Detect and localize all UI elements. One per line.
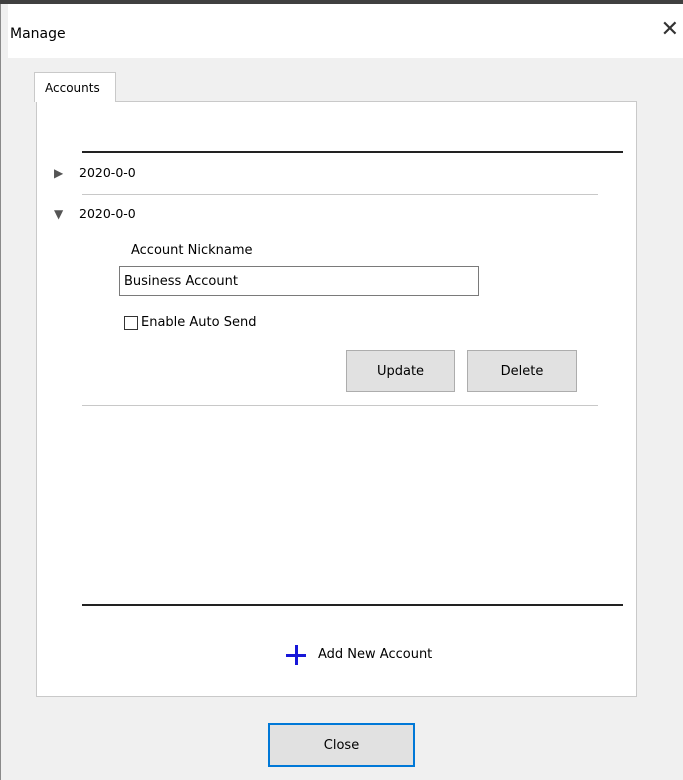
tab-accounts[interactable]: Accounts (34, 72, 116, 102)
account-nickname-label: Account Nickname (131, 243, 253, 258)
title-bar: Manage ✕ (8, 4, 683, 58)
row-divider (82, 405, 598, 406)
account-nickname-input[interactable] (119, 266, 479, 296)
enable-auto-send-label[interactable]: Enable Auto Send (141, 315, 256, 330)
account-row-expanded[interactable]: ▼ 2020-0-0 (54, 206, 594, 227)
update-button[interactable]: Update (346, 350, 455, 392)
close-icon[interactable]: ✕ (661, 16, 679, 44)
window-left-border (0, 4, 8, 780)
expand-arrow-icon[interactable]: ▶ (54, 166, 63, 180)
row-divider (82, 194, 598, 195)
list-top-divider (82, 151, 623, 153)
account-row-collapsed[interactable]: ▶ 2020-0-0 (54, 165, 594, 186)
accounts-panel (36, 101, 637, 697)
account-label: 2020-0-0 (79, 165, 136, 180)
enable-auto-send-checkbox[interactable] (124, 316, 138, 330)
tab-label: Accounts (45, 81, 100, 95)
delete-button[interactable]: Delete (467, 350, 577, 392)
list-bottom-divider (82, 604, 623, 606)
window-title: Manage (10, 26, 66, 42)
account-label: 2020-0-0 (79, 206, 136, 221)
add-new-account-label[interactable]: Add New Account (318, 647, 432, 662)
collapse-arrow-icon[interactable]: ▼ (54, 207, 63, 221)
add-new-account-link[interactable]: Add New Account (284, 643, 464, 671)
close-button[interactable]: Close (268, 723, 415, 767)
plus-icon[interactable] (284, 643, 308, 667)
